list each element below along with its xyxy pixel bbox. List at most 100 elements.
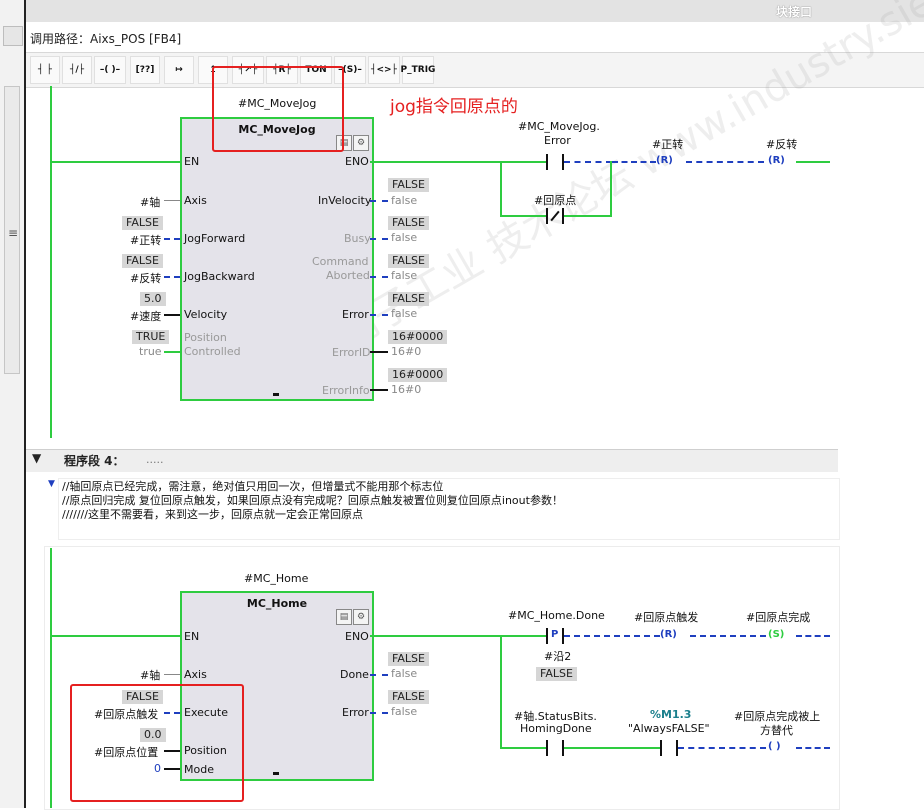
contact-home-label[interactable]: #回原点 (534, 192, 576, 208)
config-icon[interactable]: ⚙ (353, 135, 369, 151)
reset-to-set-wire (690, 635, 766, 637)
coil-rev-label[interactable]: #反转 (766, 136, 797, 152)
error-wire-4 (370, 712, 388, 714)
set-end-wire (796, 635, 830, 637)
contact-error-bar-l (546, 154, 548, 170)
edge-mem-value: FALSE (536, 667, 577, 681)
left-scroll-panel: ≡ (0, 0, 26, 808)
rung-3 (44, 86, 838, 438)
comment-toggle-icon[interactable]: ▼ (48, 479, 55, 489)
expand-icon[interactable] (273, 393, 279, 396)
left-power-rail (50, 86, 52, 438)
operand-done[interactable]: false (391, 667, 417, 680)
fb-instance-label-4[interactable]: #MC_Home (244, 572, 308, 585)
p-contact-bar-l (546, 628, 548, 644)
pin-axis-4: Axis (184, 668, 207, 681)
operand-invelocity[interactable]: false (391, 194, 417, 207)
m13-label[interactable]: %M1.3 (650, 708, 691, 721)
coil-reset-char: R (664, 629, 673, 640)
axis-wire (164, 200, 180, 201)
coil-reset-label[interactable]: #回原点触发 (634, 609, 698, 625)
coil-fwd[interactable]: (R) (656, 155, 673, 166)
contact-error-label-2[interactable]: Error (544, 134, 571, 147)
value-cmdaborted: FALSE (388, 254, 429, 268)
operand-velocity[interactable]: #速度 (130, 308, 161, 324)
expand-icon-4[interactable] (273, 772, 279, 775)
collapse-toggle[interactable]: ▼ (32, 451, 41, 465)
config-icon-4[interactable]: ⚙ (353, 609, 369, 625)
operand-errorinfo[interactable]: 16#0 (391, 383, 421, 396)
home-wire-r (564, 215, 612, 217)
operand-axis-4[interactable]: #轴 (140, 667, 160, 683)
operand-jogbackward[interactable]: #反转 (130, 270, 161, 286)
value-error-4: FALSE (388, 690, 429, 704)
nc-contact-button[interactable]: ┤/├ (62, 56, 92, 84)
replaced-label-2[interactable]: 方替代 (760, 722, 793, 738)
operand-axis[interactable]: #轴 (140, 194, 160, 210)
branch-left-vertical-4 (500, 635, 502, 749)
poscontrolled-wire (164, 351, 180, 353)
value-velocity: 5.0 (140, 292, 166, 306)
open-branch-button[interactable]: ↦ (164, 56, 194, 84)
pin-poscontrolled-2: Controlled (184, 345, 241, 358)
edge-mem-label[interactable]: #沿2 (544, 648, 571, 664)
coil-button[interactable]: –( )– (94, 56, 126, 84)
branch-right-vertical (610, 161, 612, 217)
pin-velocity: Velocity (184, 308, 228, 321)
pin-eno: ENO (345, 155, 369, 168)
always-false-label[interactable]: "AlwaysFALSE" (628, 722, 710, 735)
en-wire (52, 161, 180, 163)
pin-errorid: ErrorID (332, 346, 371, 359)
contact-error-label-1[interactable]: #MC_MoveJog. (518, 120, 600, 133)
operand-errorid[interactable]: 16#0 (391, 345, 421, 358)
pin-errorinfo: ErrorInfo (322, 384, 370, 397)
invelocity-wire (370, 200, 388, 202)
status-label-2[interactable]: HomingDone (520, 722, 592, 735)
coil-set[interactable]: (S) (768, 629, 784, 640)
operand-error-4[interactable]: false (391, 705, 417, 718)
coil-fwd-wire (612, 161, 656, 163)
status-contact-bar-l (546, 740, 548, 756)
left-power-rail-4 (50, 548, 52, 808)
coil-replaced[interactable]: ( ) (768, 741, 781, 752)
contact-done-label[interactable]: #MC_Home.Done (508, 609, 605, 622)
operand-cmdaborted[interactable]: false (391, 269, 417, 282)
empty-box-button[interactable]: [??] (130, 56, 160, 84)
coil-fwd-char: R (660, 155, 669, 166)
operand-jogforward[interactable]: #正转 (130, 232, 161, 248)
compare-button[interactable]: ┤<>├ (368, 56, 400, 84)
axis-wire-4 (164, 674, 180, 675)
operand-busy[interactable]: false (391, 231, 417, 244)
doc-icon-4[interactable]: ▤ (336, 609, 352, 625)
coil-set-label[interactable]: #回原点完成 (746, 609, 810, 625)
m13-contact-bar-l (660, 740, 662, 756)
scroll-up-button[interactable] (3, 26, 23, 46)
errorinfo-wire (370, 389, 388, 391)
comment-line-3: ///////这里不需要看，来到这一步，回原点就一定会正常回原点 (62, 508, 363, 521)
home-wire-l (500, 215, 546, 217)
eno-wire-4 (370, 635, 500, 637)
status-wire-r (564, 747, 660, 749)
status-wire-l (500, 747, 546, 749)
coil-fwd-label[interactable]: #正转 (652, 136, 683, 152)
coil-rev[interactable]: (R) (768, 155, 785, 166)
coil-reset[interactable]: (R) (660, 629, 677, 640)
operand-poscontrolled[interactable]: true (139, 345, 162, 358)
coil-rev-char: R (772, 155, 781, 166)
no-contact-button[interactable]: ┤ ├ (30, 56, 60, 84)
p-trig-button[interactable]: P_TRIG (401, 56, 435, 84)
highlight-box-movejog (212, 66, 344, 152)
end-wire (796, 161, 830, 163)
cmdaborted-wire (370, 276, 388, 278)
operand-error[interactable]: false (391, 307, 417, 320)
velocity-wire (164, 314, 180, 316)
branch-wire (500, 161, 546, 163)
m13-to-coil-wire (678, 747, 766, 749)
pin-done: Done (340, 668, 369, 681)
replaced-end-wire (796, 747, 830, 749)
pin-en: EN (184, 155, 200, 168)
value-busy: FALSE (388, 216, 429, 230)
pin-invelocity: InVelocity (318, 194, 372, 207)
block-interface-tab[interactable]: 块接口 (776, 3, 812, 20)
segment-4-dots[interactable]: ..... (146, 453, 163, 466)
